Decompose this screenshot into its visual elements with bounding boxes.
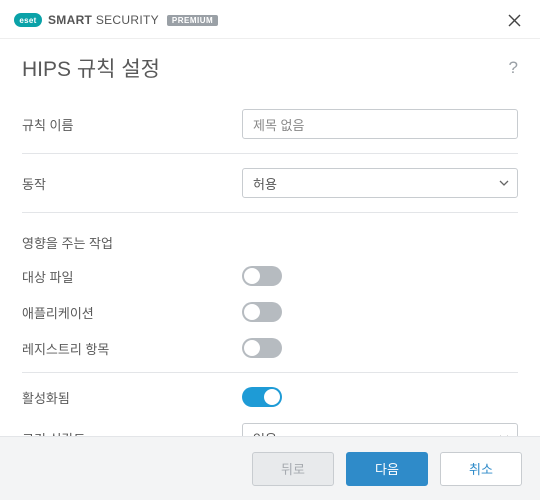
action-select[interactable]: 허용 (242, 168, 518, 198)
close-button[interactable] (502, 8, 526, 32)
brand-name-rest: SECURITY (96, 13, 159, 27)
row-rule-name: 규칙 이름 (22, 101, 518, 147)
brand-name-bold: SMART (48, 13, 92, 27)
enabled-label: 활성화됨 (22, 388, 242, 407)
premium-badge: PREMIUM (167, 15, 218, 26)
page-title: HIPS 규칙 설정 (22, 53, 160, 83)
row-applications: 애플리케이션 (22, 294, 518, 330)
applications-label: 애플리케이션 (22, 303, 242, 322)
divider (22, 372, 518, 373)
rule-name-input[interactable] (242, 109, 518, 139)
registry-toggle[interactable] (242, 338, 282, 358)
chevron-down-icon (499, 180, 509, 186)
row-target-file: 대상 파일 (22, 258, 518, 294)
back-button: 뒤로 (252, 452, 334, 486)
target-file-label: 대상 파일 (22, 267, 242, 286)
brand-logo: eset SMART SECURITY PREMIUM (14, 13, 218, 27)
rule-name-label: 규칙 이름 (22, 115, 242, 134)
next-button[interactable]: 다음 (346, 452, 428, 486)
close-icon (508, 14, 521, 27)
row-action: 동작 허용 (22, 160, 518, 206)
registry-label: 레지스트리 항목 (22, 339, 242, 358)
window-header: eset SMART SECURITY PREMIUM (0, 0, 540, 39)
row-registry: 레지스트리 항목 (22, 330, 518, 366)
applications-toggle[interactable] (242, 302, 282, 322)
brand-name: SMART SECURITY (48, 13, 159, 27)
divider (22, 153, 518, 154)
brand-badge-text: eset (19, 16, 36, 25)
brand-badge: eset (14, 13, 42, 27)
help-button[interactable]: ? (509, 58, 518, 78)
enabled-toggle[interactable] (242, 387, 282, 407)
action-select-value: 허용 (253, 174, 277, 193)
divider (22, 212, 518, 213)
row-enabled: 활성화됨 (22, 379, 518, 415)
title-row: HIPS 규칙 설정 ? (22, 53, 518, 83)
action-label: 동작 (22, 174, 242, 193)
footer: 뒤로 다음 취소 (0, 436, 540, 500)
content-area: HIPS 규칙 설정 ? 규칙 이름 동작 허용 영향을 주는 작업 대상 파일… (0, 39, 540, 497)
affecting-section-label: 영향을 주는 작업 (22, 219, 518, 258)
cancel-button[interactable]: 취소 (440, 452, 522, 486)
target-file-toggle[interactable] (242, 266, 282, 286)
